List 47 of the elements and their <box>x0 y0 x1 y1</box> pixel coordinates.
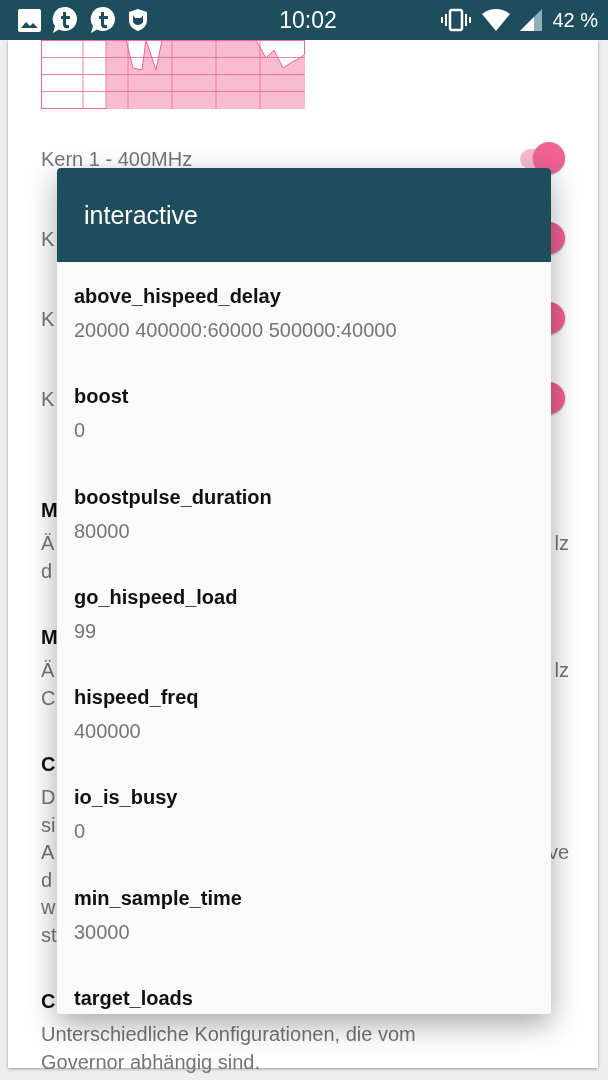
vibrate-icon <box>440 8 473 32</box>
dialog-title: interactive <box>84 200 198 230</box>
section-title: M <box>41 498 58 523</box>
parameter-name[interactable]: go_hispeed_load <box>74 582 238 611</box>
clock-time: 10:02 <box>279 6 337 34</box>
section-text: Governor abhängig sind. <box>41 1049 261 1075</box>
chat-bubble-icon <box>51 6 79 34</box>
section-title: C <box>41 989 56 1014</box>
parameter-name[interactable]: min_sample_time <box>74 883 242 912</box>
section-text: D <box>41 785 56 810</box>
section-text: d <box>41 867 53 893</box>
core-label: K <box>41 227 55 251</box>
parameter-value: 20000 400000:60000 500000:40000 <box>74 318 397 343</box>
wifi-icon <box>482 9 511 31</box>
parameter-value: 0 <box>74 819 86 845</box>
core-label: K <box>41 307 55 331</box>
section-title: C <box>41 752 56 777</box>
section-text: st <box>41 922 57 948</box>
section-text: si <box>41 812 56 838</box>
chat-bubble-icon <box>89 6 117 34</box>
signal-icon <box>520 9 543 31</box>
parameter-value: 80000 <box>74 518 130 544</box>
section-text: lz <box>554 658 569 683</box>
section-text: A <box>41 840 55 865</box>
parameter-value: 99 <box>74 618 97 644</box>
section-text: Ä <box>41 658 55 683</box>
cat-shield-icon <box>127 8 149 32</box>
parameter-value: 0 <box>74 418 86 444</box>
parameter-value: 400000 <box>74 719 141 745</box>
core-label: Kern 1 - 400MHz <box>41 147 193 171</box>
section-text: Unterschiedliche Konfigurationen, die vom <box>41 1022 416 1047</box>
parameter-name[interactable]: boost <box>74 382 129 411</box>
parameter-name[interactable]: above_hispeed_delay <box>74 282 281 310</box>
section-text: w <box>41 895 56 920</box>
image-icon <box>18 8 41 32</box>
section-text: Ä <box>41 531 55 556</box>
parameter-name[interactable]: boostpulse_duration <box>74 482 272 511</box>
parameter-name[interactable]: io_is_busy <box>74 783 178 812</box>
parameter-value: 30000 <box>74 919 130 945</box>
core-label: K <box>41 387 55 411</box>
battery-percent: 42 % <box>552 8 598 32</box>
parameter-name[interactable]: hispeed_freq <box>74 683 199 712</box>
section-title: M <box>41 625 58 650</box>
section-text: d <box>41 558 53 584</box>
section-text: C <box>41 685 56 711</box>
section-text: lz <box>554 531 569 556</box>
parameter-name[interactable]: target_loads <box>74 984 193 1013</box>
